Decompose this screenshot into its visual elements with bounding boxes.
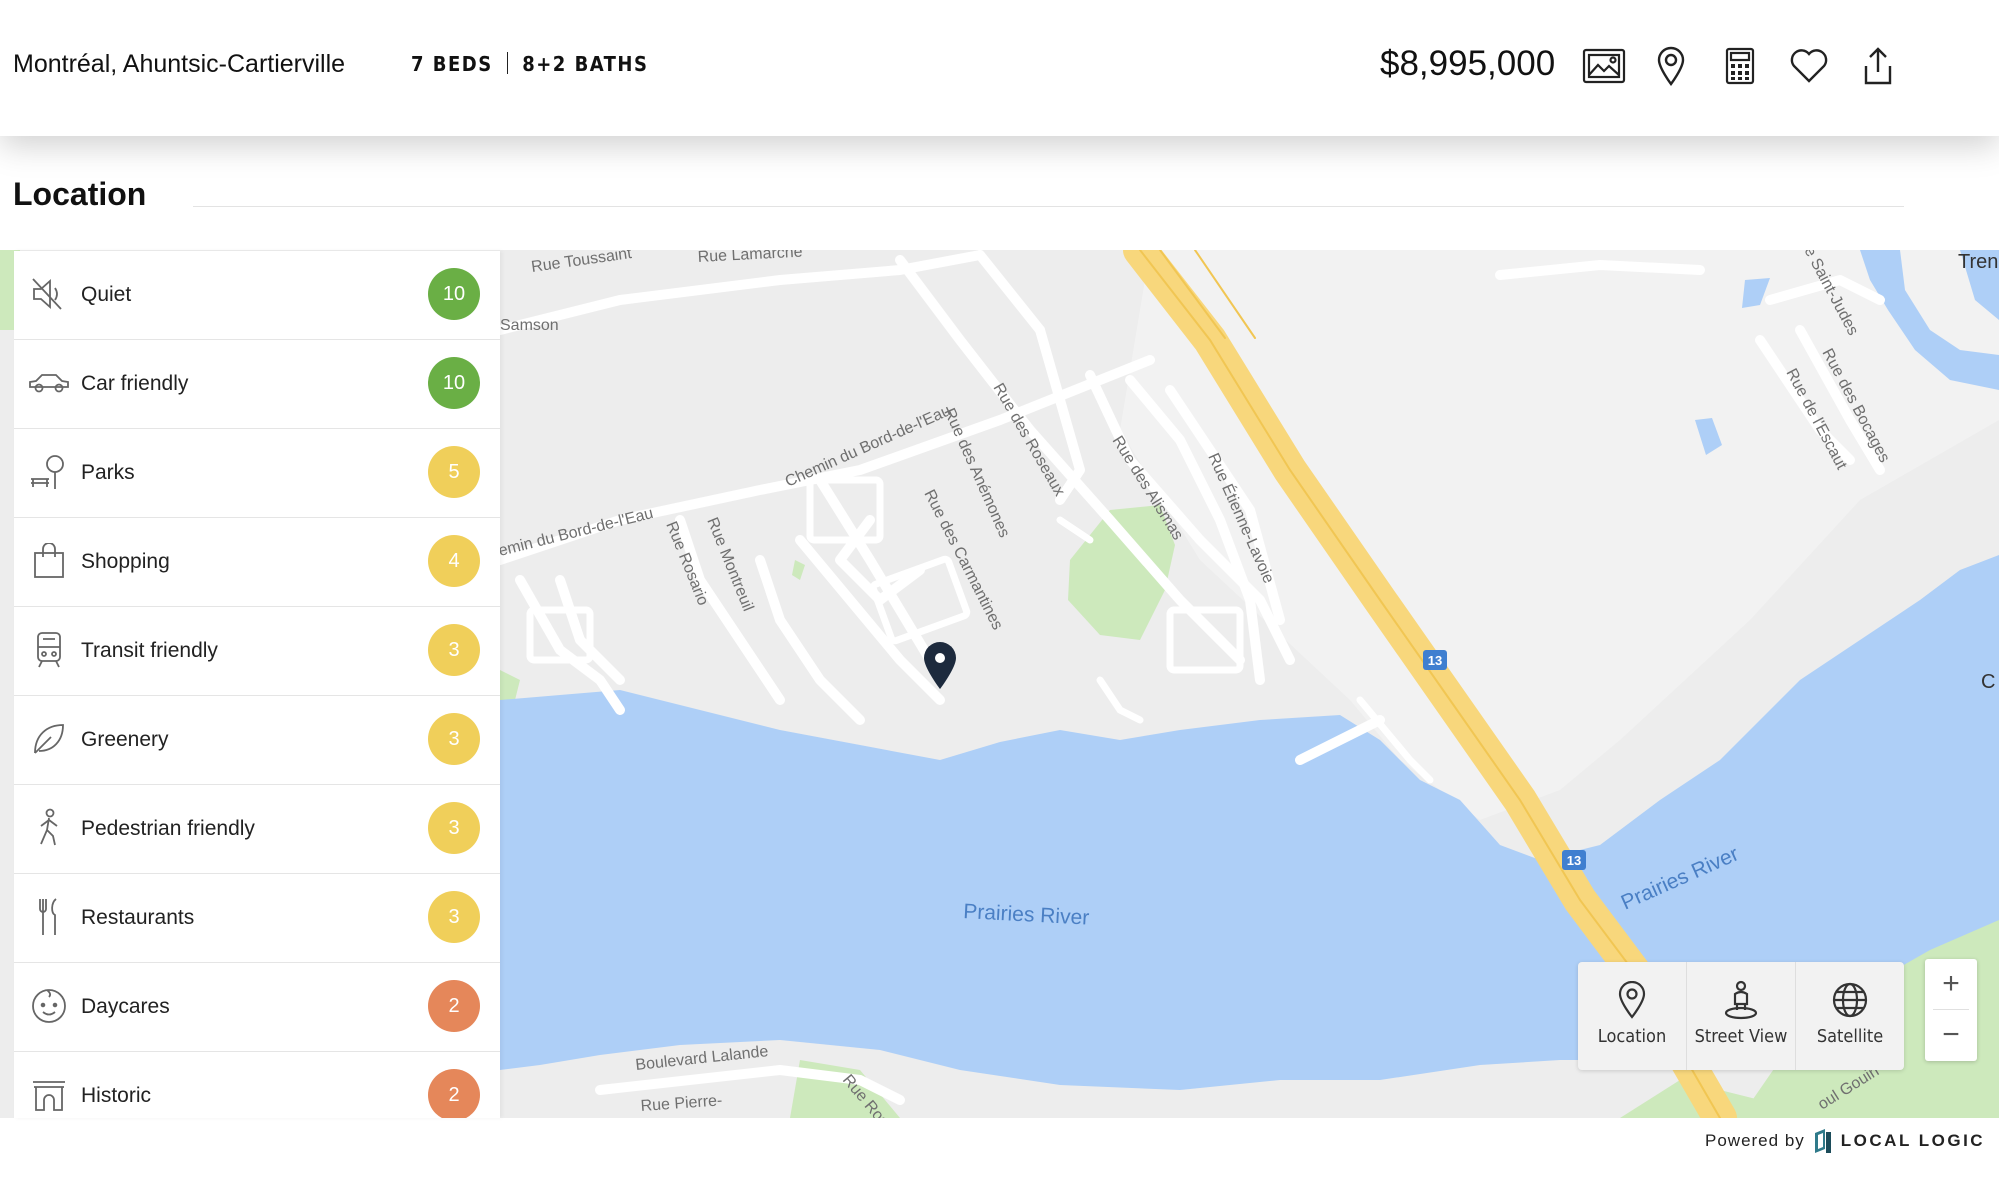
arch-icon xyxy=(28,1074,70,1116)
score-row-transit-friendly[interactable]: Transit friendly 3 xyxy=(14,607,500,696)
local-logic-logo-icon xyxy=(1814,1129,1831,1153)
location-mode-label: Location xyxy=(1597,1026,1667,1047)
score-row-shopping[interactable]: Shopping 4 xyxy=(14,518,500,607)
hwy-shield-label-2: 13 xyxy=(1567,853,1581,868)
train-icon xyxy=(28,629,70,671)
share-button[interactable] xyxy=(1854,42,1902,90)
map-pin-icon xyxy=(1657,46,1685,86)
car-icon xyxy=(28,362,70,404)
section-divider xyxy=(193,206,1904,207)
score-badge: 5 xyxy=(428,446,480,498)
score-badge: 10 xyxy=(428,268,480,320)
fork-knife-icon xyxy=(28,896,70,938)
score-badge: 4 xyxy=(428,535,480,587)
score-row-pedestrian-friendly[interactable]: Pedestrian friendly 3 xyxy=(14,785,500,874)
calculator-button[interactable] xyxy=(1716,42,1764,90)
zoom-out-button[interactable]: − xyxy=(1925,1010,1977,1060)
score-label: Restaurants xyxy=(81,906,195,929)
map-pin-icon xyxy=(1618,981,1646,1019)
map-pin-button[interactable] xyxy=(1647,42,1695,90)
score-row-quiet[interactable]: Quiet 10 xyxy=(14,251,500,340)
score-row-parks[interactable]: Parks 5 xyxy=(14,429,500,518)
heart-icon xyxy=(1790,49,1828,83)
score-label: Parks xyxy=(81,461,135,484)
powered-by-attribution[interactable]: Powered by LOCAL LOGIC xyxy=(1705,1126,1985,1156)
score-row-car-friendly[interactable]: Car friendly 10 xyxy=(14,340,500,429)
beds-count: 7 BEDS xyxy=(411,52,493,76)
score-row-daycares[interactable]: Daycares 2 xyxy=(14,963,500,1052)
zoom-in-button[interactable]: + xyxy=(1925,959,1977,1009)
listing-specs: 7 BEDS 8+2 BATHS xyxy=(411,52,648,76)
pedestrian-icon xyxy=(28,807,70,849)
location-mode-button[interactable]: Location xyxy=(1578,962,1687,1070)
share-icon xyxy=(1864,47,1892,85)
photos-button[interactable] xyxy=(1580,42,1628,90)
globe-icon xyxy=(1832,982,1868,1018)
local-logic-brand: LOCAL LOGIC xyxy=(1840,1131,1986,1150)
muted-speaker-icon xyxy=(28,273,70,315)
listing-header: Montréal, Ahuntsic-Cartierville 7 BEDS 8+… xyxy=(0,0,1999,136)
shopping-bag-icon xyxy=(28,540,70,582)
score-label: Transit friendly xyxy=(81,639,218,662)
hwy-shield-label-1: 13 xyxy=(1428,653,1442,668)
listing-price: $8,995,000 xyxy=(1380,44,1556,83)
score-badge: 10 xyxy=(428,357,480,409)
leaf-icon xyxy=(28,718,70,760)
score-label: Historic xyxy=(81,1084,152,1107)
score-row-greenery[interactable]: Greenery 3 xyxy=(14,696,500,785)
score-label: Greenery xyxy=(81,728,169,751)
location-section-title: Location xyxy=(13,176,147,212)
highway-shield: 13 xyxy=(1562,850,1586,870)
map-zoom-control: + − xyxy=(1925,959,1977,1061)
listing-address: Montréal, Ahuntsic-Cartierville xyxy=(13,50,346,78)
calculator-icon xyxy=(1725,47,1755,85)
baths-count: 8+2 BATHS xyxy=(522,52,649,76)
street-label: Samson xyxy=(500,317,559,334)
place-label: C xyxy=(1981,671,1995,693)
powered-by-text: Powered by xyxy=(1705,1131,1805,1150)
highway-shield: 13 xyxy=(1423,650,1447,670)
baby-face-icon xyxy=(28,985,70,1027)
score-label: Daycares xyxy=(81,995,170,1018)
score-badge: 2 xyxy=(428,1069,480,1118)
street-view-button[interactable]: Street View xyxy=(1687,962,1796,1070)
photos-icon xyxy=(1582,48,1626,84)
place-label: Tren xyxy=(1958,251,1998,273)
score-badge: 3 xyxy=(428,802,480,854)
score-label: Car friendly xyxy=(81,372,189,395)
specs-divider xyxy=(506,52,509,74)
favorite-button[interactable] xyxy=(1785,42,1833,90)
score-label: Pedestrian friendly xyxy=(81,817,255,840)
street-view-person-icon xyxy=(1724,980,1758,1020)
score-badge: 3 xyxy=(428,891,480,943)
street-view-label: Street View xyxy=(1694,1026,1788,1047)
score-row-historic[interactable]: Historic 2 xyxy=(14,1052,500,1118)
score-badge: 3 xyxy=(428,713,480,765)
satellite-label: Satellite xyxy=(1816,1026,1884,1047)
score-row-restaurants[interactable]: Restaurants 3 xyxy=(14,874,500,963)
score-label: Quiet xyxy=(81,283,132,306)
satellite-button[interactable]: Satellite xyxy=(1796,962,1904,1070)
score-badge: 2 xyxy=(428,980,480,1032)
map-mode-controls: Location Street View Satellite xyxy=(1578,962,1904,1070)
park-bench-icon xyxy=(28,451,70,493)
score-label: Shopping xyxy=(81,550,170,573)
livability-scores-panel: Quiet 10 Car friendly 10 Parks 5 Shoppin… xyxy=(14,251,500,1118)
score-badge: 3 xyxy=(428,624,480,676)
